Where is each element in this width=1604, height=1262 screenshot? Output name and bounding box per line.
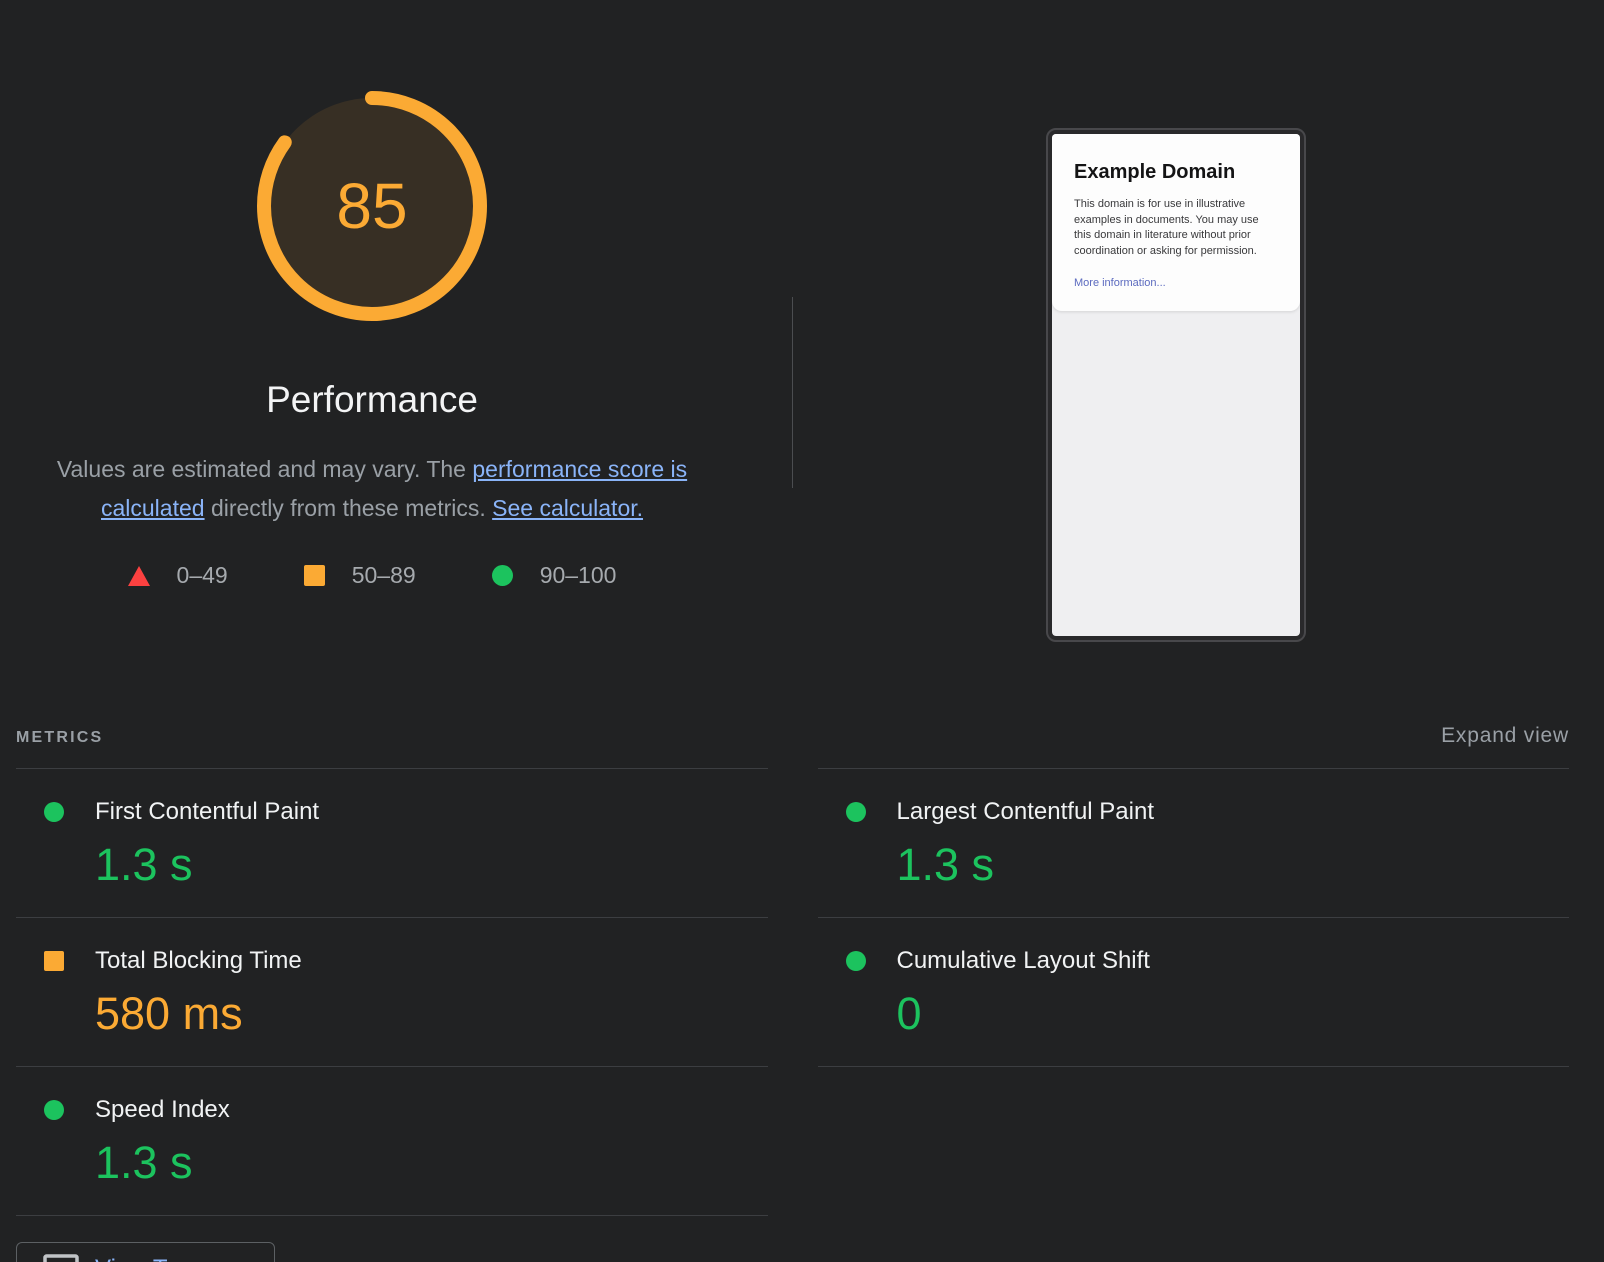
metrics-grid: First Contentful Paint 1.3 s Largest Con…	[16, 768, 1569, 1216]
expand-view-button[interactable]: Expand view	[1441, 724, 1569, 748]
score-scale-legend: 0–49 50–89 90–100	[0, 562, 744, 589]
screenshot-paragraph: This domain is for use in illustrative e…	[1074, 197, 1278, 259]
metric-value: 0	[897, 989, 1570, 1039]
category-title: Performance	[0, 378, 744, 422]
pass-range-label: 90–100	[540, 562, 617, 589]
screenshot-content-card: Example Domain This domain is for use in…	[1052, 134, 1300, 311]
pass-circle-icon	[44, 802, 64, 822]
score-disclaimer: Values are estimated and may vary. The p…	[22, 450, 722, 528]
metric-value: 580 ms	[95, 989, 768, 1039]
average-range-label: 50–89	[352, 562, 416, 589]
pass-circle-icon	[44, 1100, 64, 1120]
metric-speed-index: Speed Index 1.3 s	[16, 1066, 768, 1216]
pass-circle-icon	[492, 565, 513, 586]
screenshot-page-body: Example Domain This domain is for use in…	[1052, 134, 1300, 636]
metric-name: First Contentful Paint	[95, 798, 319, 826]
pass-circle-icon	[846, 951, 866, 971]
metric-first-contentful-paint: First Contentful Paint 1.3 s	[16, 768, 768, 917]
metric-value: 1.3 s	[95, 1138, 768, 1188]
performance-score-value: 85	[256, 90, 488, 322]
performance-score-gauge[interactable]: 85	[256, 90, 488, 322]
fail-triangle-icon	[128, 566, 150, 586]
metric-value: 1.3 s	[897, 840, 1570, 890]
metrics-section: METRICS Expand view First Contentful Pai…	[0, 724, 1604, 1262]
vertical-divider	[792, 297, 793, 488]
disclaimer-text-1: Values are estimated and may vary. The	[57, 456, 472, 482]
disclaimer-text-2: directly from these metrics.	[205, 495, 493, 521]
metric-total-blocking-time: Total Blocking Time 580 ms	[16, 917, 768, 1066]
legend-item-pass: 90–100	[492, 562, 617, 589]
metrics-section-title: METRICS	[16, 729, 103, 747]
screenshot-more-info-link: More information...	[1074, 277, 1166, 289]
metric-name: Cumulative Layout Shift	[897, 947, 1150, 975]
view-treemap-label: View Treemap	[95, 1255, 248, 1262]
screenshot-heading: Example Domain	[1074, 160, 1278, 184]
metric-name: Largest Contentful Paint	[897, 798, 1155, 826]
view-treemap-button[interactable]: View Treemap	[16, 1242, 275, 1262]
metric-cumulative-layout-shift: Cumulative Layout Shift 0	[818, 917, 1570, 1066]
metric-name: Total Blocking Time	[95, 947, 302, 975]
metric-grid-spacer	[818, 1066, 1570, 1216]
metric-name: Speed Index	[95, 1096, 230, 1124]
legend-item-average: 50–89	[304, 562, 416, 589]
legend-item-fail: 0–49	[128, 562, 228, 589]
report-summary-section: 85 Performance Values are estimated and …	[0, 90, 1604, 690]
treemap-icon	[43, 1254, 79, 1262]
pass-circle-icon	[846, 802, 866, 822]
final-screenshot-thumbnail: Example Domain This domain is for use in…	[1046, 128, 1306, 642]
fail-range-label: 0–49	[177, 562, 228, 589]
metric-value: 1.3 s	[95, 840, 768, 890]
see-calculator-link[interactable]: See calculator.	[492, 495, 643, 521]
average-square-icon	[44, 951, 64, 971]
average-square-icon	[304, 565, 325, 586]
metric-largest-contentful-paint: Largest Contentful Paint 1.3 s	[818, 768, 1570, 917]
